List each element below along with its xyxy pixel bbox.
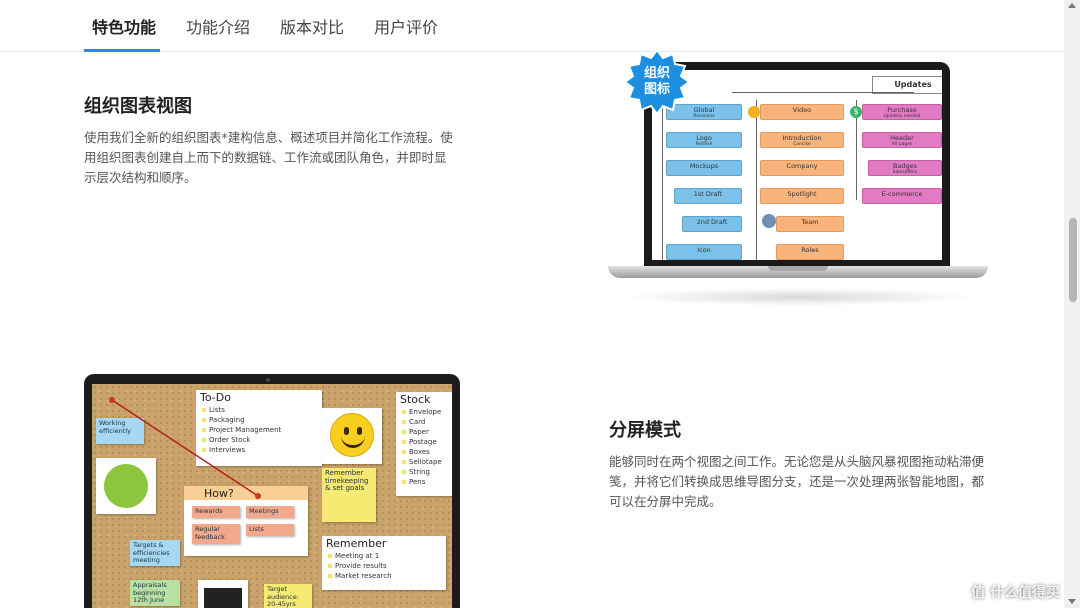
- org-chart-badge: 组织 图标: [623, 48, 691, 116]
- org-node-blue: Logo Refresh: [666, 132, 742, 148]
- connector-line: [732, 92, 914, 93]
- tab-function-intro[interactable]: 功能介绍: [186, 14, 250, 38]
- org-chart-display: Updates Global Revisions Logo Refresh Mock…: [652, 70, 942, 260]
- org-node-pink: E-commerce: [862, 188, 942, 204]
- scroll-up-arrow-icon[interactable]: [1068, 3, 1076, 8]
- org-node-pink: Badges Salesoffers: [868, 160, 942, 176]
- site-watermark: 值 什么值得买: [971, 585, 1060, 601]
- org-node-pink: Purchase Updates needed: [862, 104, 942, 120]
- org-chart-laptop-image: Updates Global Revisions Logo Refresh Mock…: [608, 48, 988, 308]
- org-node-orange: Company: [760, 160, 844, 176]
- idea-icon: [748, 106, 760, 118]
- laptop-notch: [768, 266, 828, 271]
- scroll-thumb[interactable]: [1069, 218, 1077, 302]
- laptop-shadow: [618, 288, 978, 306]
- org-chart-description: 使用我们全新的组织图表*建构信息、概述项目并简化工作流程。使用组织图表创建自上而…: [84, 130, 453, 185]
- tab-features[interactable]: 特色功能: [92, 14, 156, 38]
- org-node-pink: Header All pages: [862, 132, 942, 148]
- org-node-orange: Team: [776, 216, 844, 232]
- org-node-orange: Roles: [776, 244, 844, 260]
- corkboard-display: To-Do Lists Packaging Project Management…: [92, 384, 452, 608]
- org-node-orange: Introduction Concise: [760, 132, 844, 148]
- feature-tab-bar: 特色功能 功能介绍 版本对比 用户评价: [0, 0, 1064, 52]
- laptop-frame: To-Do Lists Packaging Project Management…: [84, 374, 460, 608]
- connector-line: [756, 100, 757, 260]
- split-screen-description: 能够同时在两个视图之间工作。无论您是从头脑风暴视图拖动粘滞便笺，并将它们转换成思…: [609, 454, 985, 509]
- active-tab-indicator: [84, 49, 160, 52]
- team-icon: [762, 214, 776, 228]
- org-node-blue: Mockups: [666, 160, 742, 176]
- connection-string: [109, 397, 261, 499]
- org-node-orange: Spotlight: [760, 188, 844, 204]
- brainstorm-laptop-image: To-Do Lists Packaging Project Management…: [84, 374, 460, 608]
- page-scrollbar[interactable]: [1064, 0, 1080, 608]
- org-node-blue: Icon: [666, 244, 742, 260]
- org-chart-title: 组织图表视图: [84, 96, 192, 117]
- dollar-icon: $: [850, 106, 862, 118]
- org-node-orange: Video: [760, 104, 844, 120]
- scroll-down-arrow-icon[interactable]: [1068, 599, 1076, 604]
- org-node-blue: 1st Draft: [674, 188, 742, 204]
- tab-user-reviews[interactable]: 用户评价: [374, 14, 438, 38]
- badge-label: 组织 图标: [643, 66, 670, 97]
- tab-version-compare[interactable]: 版本对比: [280, 14, 344, 38]
- org-node-blue: 2nd Draft: [682, 216, 742, 232]
- split-screen-title: 分屏模式: [609, 420, 681, 441]
- connector-line: [662, 100, 663, 260]
- camera-dot: [266, 378, 270, 382]
